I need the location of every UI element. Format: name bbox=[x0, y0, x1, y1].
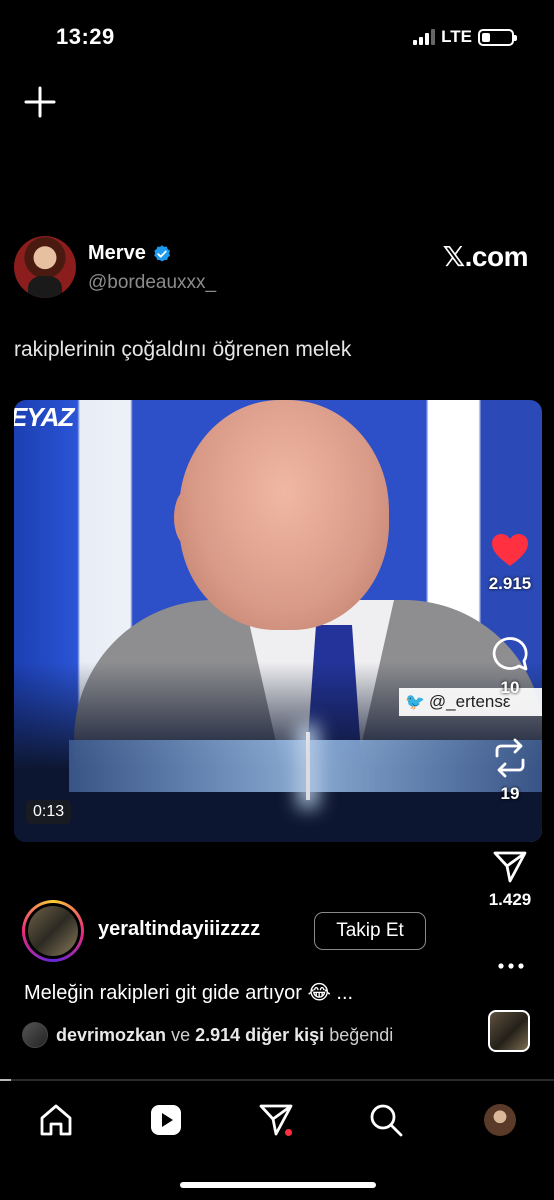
x-logo: 𝕏.com bbox=[442, 241, 529, 272]
like-button[interactable]: 2.915 bbox=[480, 532, 540, 594]
home-indicator bbox=[180, 1182, 376, 1188]
status-time: 13:29 bbox=[56, 24, 115, 49]
status-indicators: LTE bbox=[413, 27, 517, 47]
tweet-author: Merve bbox=[88, 242, 172, 265]
video-subject bbox=[179, 400, 389, 630]
tweet-avatar bbox=[14, 236, 76, 298]
liked-by-line[interactable]: devrimozkan ve 2.914 diğer kişi beğendi bbox=[22, 1022, 393, 1048]
comment-icon bbox=[492, 637, 528, 671]
more-icon[interactable] bbox=[496, 956, 526, 976]
notification-dot bbox=[285, 1129, 292, 1136]
channel-logo: EYAZ bbox=[14, 402, 74, 432]
search-icon[interactable] bbox=[366, 1100, 406, 1140]
share-button[interactable]: 1.429 bbox=[480, 850, 540, 910]
tweet-author-name: Merve bbox=[88, 242, 146, 264]
follow-button[interactable]: Takip Et bbox=[314, 912, 426, 950]
network-type: LTE bbox=[441, 27, 472, 46]
video-progress-bar[interactable] bbox=[0, 1079, 554, 1081]
verified-badge-icon bbox=[154, 244, 170, 261]
battery-icon bbox=[478, 28, 517, 46]
video-player[interactable]: EYAZ 🐦 @_ertensε 0:13 bbox=[14, 400, 542, 842]
reel-author-avatar[interactable] bbox=[22, 900, 84, 962]
share-count: 1.429 bbox=[488, 890, 532, 909]
video-lower-third bbox=[69, 732, 542, 800]
twitter-bird-icon: 🐦 bbox=[405, 694, 425, 711]
send-icon bbox=[493, 851, 527, 883]
reel-author-username[interactable]: yeraltindayiiizzzz bbox=[98, 918, 260, 941]
other-likers-count: 2.914 diğer kişi bbox=[195, 1024, 325, 1045]
direct-message-icon[interactable] bbox=[256, 1100, 296, 1140]
signal-icon bbox=[413, 29, 436, 45]
repost-count: 19 bbox=[500, 784, 520, 803]
like-count: 2.915 bbox=[488, 574, 532, 593]
tweet-text: rakiplerinin çoğaldını öğrenen melek bbox=[14, 338, 352, 361]
reels-icon[interactable] bbox=[146, 1100, 186, 1140]
liker-username: devrimozkan bbox=[56, 1024, 167, 1045]
reel-caption[interactable]: Meleğin rakipleri git gide artıyor 😂 ... bbox=[24, 980, 353, 1005]
video-duration: 0:13 bbox=[26, 800, 72, 824]
tweet-handle: @bordeauxxx_ bbox=[88, 272, 217, 293]
heart-icon bbox=[492, 534, 528, 566]
home-icon[interactable] bbox=[36, 1100, 76, 1140]
repost-button[interactable]: 19 bbox=[480, 738, 540, 804]
repost-icon bbox=[495, 738, 525, 778]
audio-thumbnail[interactable] bbox=[488, 1010, 530, 1052]
comment-button[interactable]: 10 bbox=[480, 634, 540, 698]
comment-count: 10 bbox=[500, 678, 520, 697]
liker-avatar bbox=[22, 1022, 48, 1048]
plus-icon[interactable] bbox=[22, 84, 58, 120]
profile-icon[interactable] bbox=[480, 1100, 520, 1140]
